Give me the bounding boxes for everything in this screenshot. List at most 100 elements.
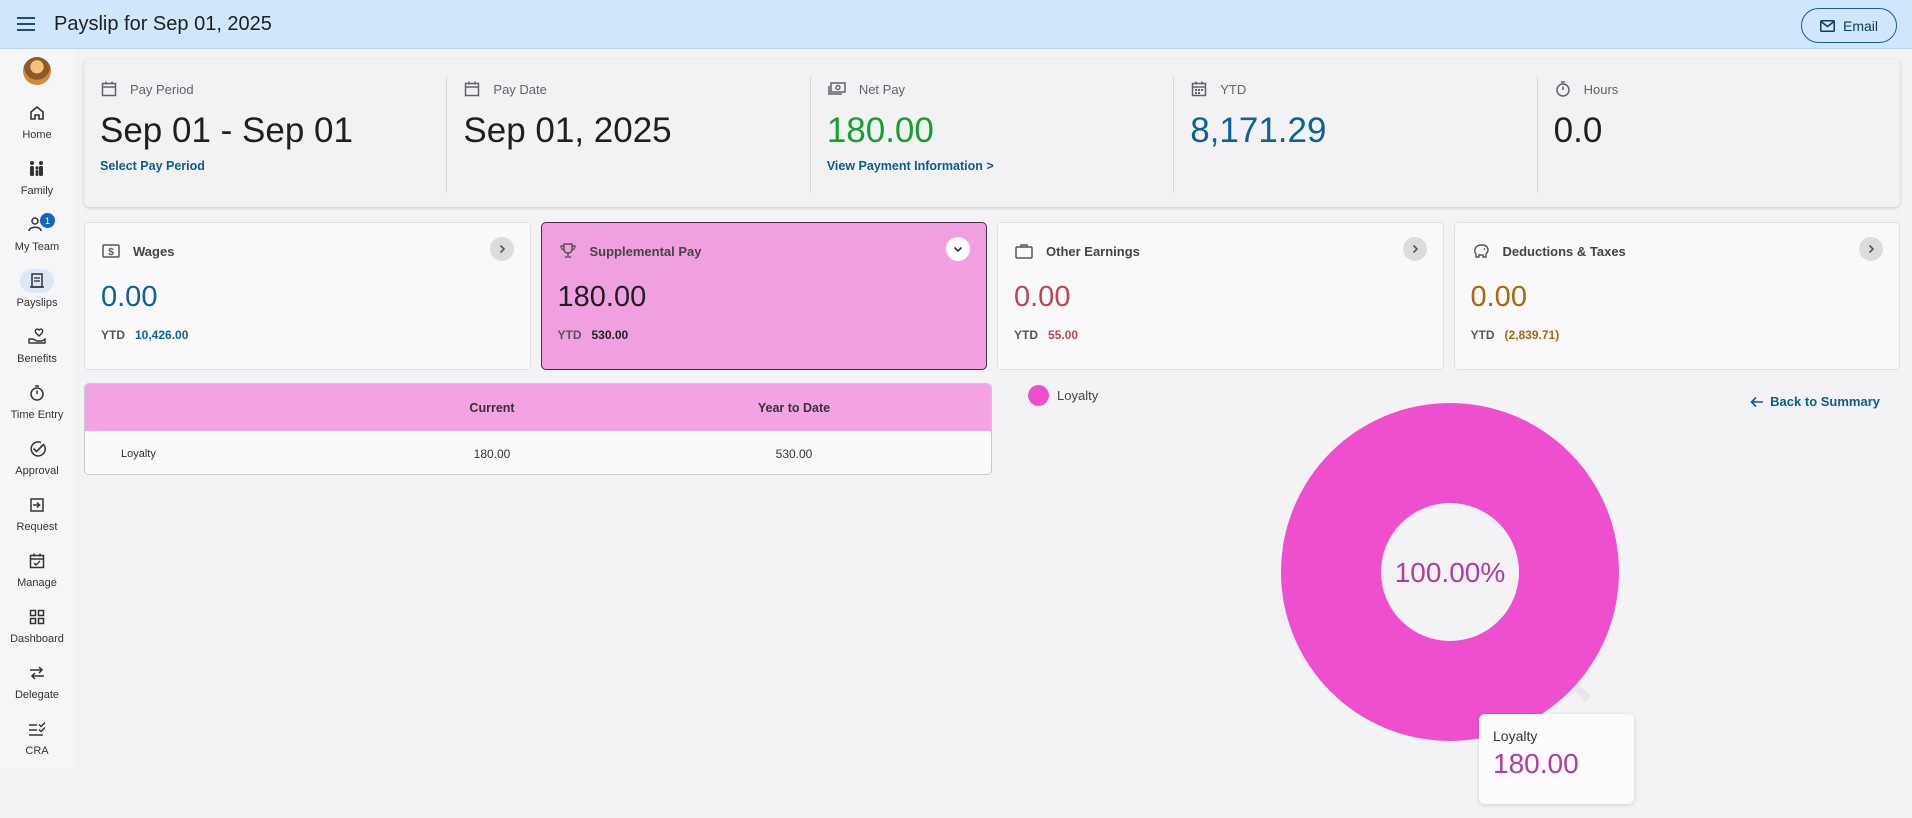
hours-label: Hours (1583, 81, 1619, 97)
family-icon (20, 157, 54, 181)
sidebar-item-label: Manage (17, 577, 57, 589)
menu-icon[interactable] (0, 0, 54, 49)
ytd-value: 8,171.29 (1190, 111, 1327, 150)
sidebar-item-dashboard[interactable]: Dashboard (0, 597, 74, 653)
net-pay-label: Net Pay (858, 81, 906, 97)
sidebar-item-cra[interactable]: CRA (0, 709, 74, 765)
pay-date-label: Pay Date (493, 81, 547, 97)
supplemental-pay-value: 180.00 (557, 281, 647, 313)
chevron-right-icon[interactable] (489, 237, 514, 261)
supplemental-pay-table: Current Year to Date Loyalty 180.00 530.… (84, 383, 992, 475)
chevron-down-icon[interactable] (946, 237, 970, 261)
deductions-taxes-ytd: (2,839.71) (1504, 328, 1560, 342)
ytd-label: YTD (1220, 81, 1247, 97)
legend-label: Loyalty (1057, 388, 1099, 403)
sidebar-item-family[interactable]: Family (0, 149, 74, 205)
email-button[interactable]: Email (1800, 8, 1897, 43)
supplemental-pay-title: Supplemental Pay (589, 243, 702, 259)
row-current: 180.00 (473, 446, 511, 461)
wages-ytd: 10,426.00 (135, 328, 189, 342)
row-ytd: 530.00 (775, 446, 813, 461)
arrow-left-icon (1750, 396, 1764, 407)
sidebar-item-time-entry[interactable]: Time Entry (0, 373, 74, 429)
calendar-icon (101, 81, 117, 97)
sidebar-item-approval[interactable]: Approval (0, 429, 74, 485)
ytd-label: YTD (101, 328, 125, 342)
legend-swatch (1028, 385, 1049, 406)
mail-icon (1819, 19, 1835, 32)
calendar-check-icon (20, 549, 54, 573)
wages-value: 0.00 (101, 281, 158, 313)
sidebar-item-label: Benefits (17, 353, 57, 365)
trophy-icon (559, 243, 576, 258)
payslip-icon (20, 269, 54, 293)
other-earnings-card[interactable]: Other Earnings 0.00 YTD 55.00 (997, 222, 1444, 370)
pay-summary: Pay Period Sep 01 - Sep 01 Select Pay Pe… (84, 59, 1900, 207)
dashboard-icon (20, 605, 54, 629)
back-to-summary-label: Back to Summary (1770, 394, 1880, 409)
other-earnings-title: Other Earnings (1046, 243, 1140, 259)
check-circle-icon (20, 437, 54, 461)
sidebar-item-request[interactable]: Request (0, 485, 74, 541)
home-icon (20, 101, 54, 125)
svg-text:$: $ (108, 247, 114, 258)
checklist-icon (20, 717, 54, 741)
ytd-label: YTD (1014, 328, 1038, 342)
avatar[interactable] (23, 57, 51, 85)
table-header: Current Year to Date (85, 384, 991, 431)
calendar-grid-icon (1191, 81, 1207, 97)
view-payment-info-link[interactable]: View Payment Information > (827, 159, 1173, 173)
pay-date-cell: Pay Date Sep 01, 2025 (447, 77, 811, 193)
ytd-label: YTD (1470, 328, 1495, 342)
chart-legend[interactable]: Loyalty (1028, 385, 1098, 406)
donut-chart: 100.00% (1281, 403, 1619, 741)
ytd-cell: YTD 8,171.29 (1174, 77, 1538, 193)
ytd-label: YTD (557, 328, 582, 342)
column-header-current: Current (469, 400, 515, 415)
earnings-cards: $ Wages 0.00 YTD 10,426.00 Supplemental Pa… (84, 222, 1900, 370)
sidebar-item-benefits[interactable]: Benefits (0, 317, 74, 373)
pay-period-label: Pay Period (130, 81, 194, 97)
back-to-summary-link[interactable]: Back to Summary (1750, 394, 1880, 409)
sidebar-item-label: Family (20, 185, 54, 197)
pay-date-value: Sep 01, 2025 (463, 111, 672, 150)
supplemental-pay-card[interactable]: Supplemental Pay 180.00 YTD 530.00 (540, 222, 987, 370)
page-title: Payslip for Sep 01, 2025 (54, 12, 272, 35)
briefcase-icon (1015, 244, 1033, 259)
top-bar: Payslip for Sep 01, 2025 Email (0, 0, 1912, 49)
deductions-taxes-value: 0.00 (1470, 281, 1527, 313)
center-label: 100.00% (1395, 557, 1506, 588)
timer-icon (1555, 81, 1570, 97)
calendar-icon (465, 81, 480, 97)
sidebar-item-label: Time Entry (10, 409, 64, 421)
sidebar-item-label: Request (16, 521, 58, 533)
sidebar-item-manage[interactable]: Manage (0, 541, 74, 597)
hours-cell: Hours 0.0 (1538, 77, 1900, 193)
sidebar-item-delegate[interactable]: Delegate (0, 653, 74, 709)
tooltip-value: 180.00 (1493, 748, 1579, 779)
sidebar-item-payslips[interactable]: Payslips (0, 261, 74, 317)
chevron-right-icon[interactable] (1859, 237, 1883, 261)
sidebar-item-label: Dashboard (10, 633, 64, 645)
supplemental-pay-ytd: 530.00 (591, 328, 629, 342)
sidebar-item-label: My Team (14, 241, 60, 253)
select-pay-period-link[interactable]: Select Pay Period (100, 159, 446, 173)
timer-icon (20, 381, 54, 405)
sidebar-item-label: CRA (25, 745, 49, 757)
notification-badge: 1 (40, 213, 55, 228)
net-pay-cell: Net Pay 180.00 View Payment Information … (811, 77, 1175, 193)
row-name: Loyalty (121, 447, 156, 460)
chart-tooltip: Loyalty 180.00 (1479, 714, 1634, 804)
benefits-icon (20, 325, 54, 349)
pay-period-cell: Pay Period Sep 01 - Sep 01 Select Pay Pe… (84, 77, 448, 193)
hours-value: 0.0 (1553, 111, 1603, 150)
pay-period-value: Sep 01 - Sep 01 (100, 111, 353, 150)
deductions-taxes-card[interactable]: Deductions & Taxes 0.00 YTD (2,839.71) (1453, 222, 1900, 370)
sidebar-item-home[interactable]: Home (0, 93, 74, 149)
wages-card[interactable]: $ Wages 0.00 YTD 10,426.00 (84, 222, 531, 370)
chevron-right-icon[interactable] (1402, 237, 1427, 261)
swap-icon (20, 661, 54, 685)
sidebar-item-my-team[interactable]: 1 My Team (0, 205, 74, 261)
dollar-icon: $ (102, 244, 120, 258)
tooltip-pointer (1572, 683, 1591, 702)
